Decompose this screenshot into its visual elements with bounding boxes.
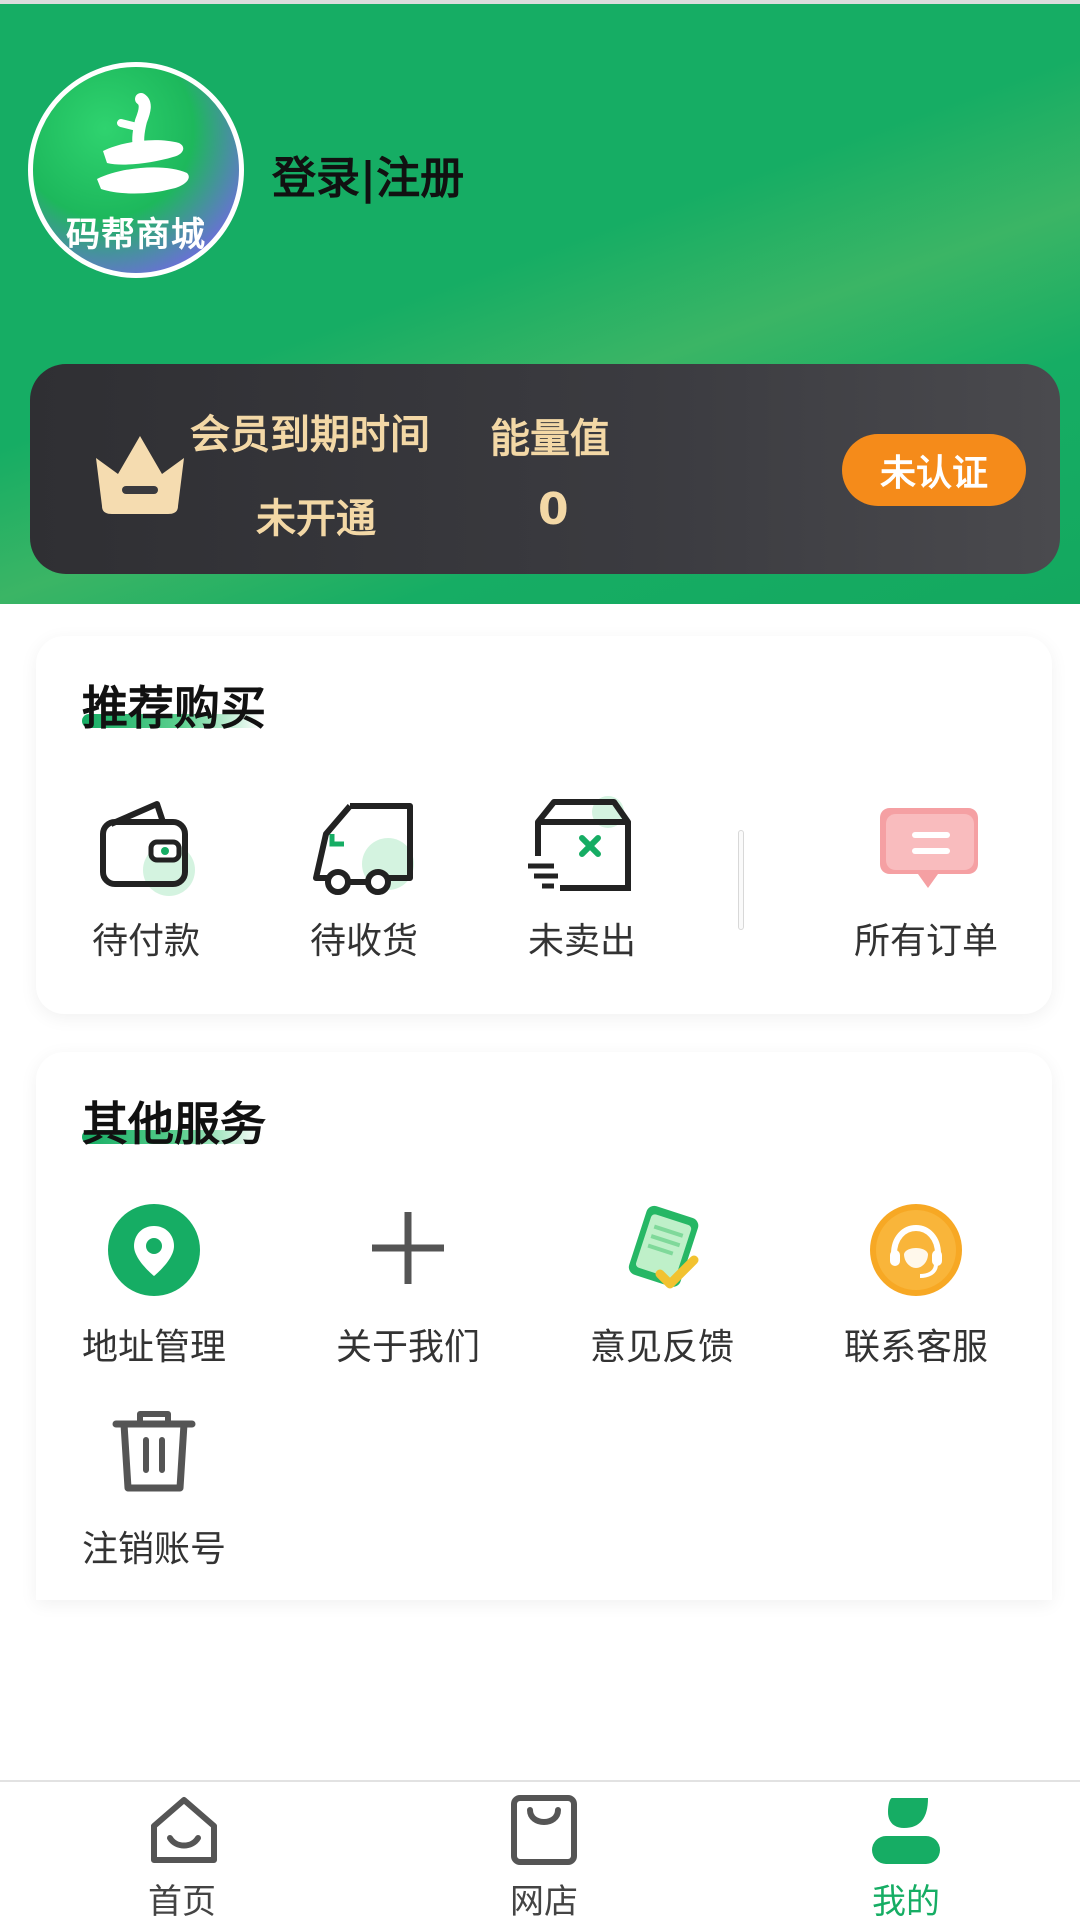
plus-icon: [372, 1212, 444, 1284]
login-register-link[interactable]: 登录|注册: [272, 142, 464, 206]
section-title: 推荐购买: [82, 681, 266, 735]
profile-header: 码帮商城 登录|注册 会员到期时间 能量值 未开通 0 未认证: [0, 0, 1080, 604]
verification-button[interactable]: 未认证: [842, 434, 1026, 506]
location-pin-icon: [108, 1204, 200, 1296]
nav-label: 首页: [148, 1882, 216, 1922]
grid-item-label: 待收货: [309, 921, 418, 962]
user-icon: [872, 1798, 940, 1864]
status-bar-divider: [0, 0, 1080, 4]
grid-item-label: 待付款: [91, 921, 200, 962]
nav-item-home[interactable]: 首页: [82, 1782, 282, 1922]
nav-label: 我的: [872, 1882, 940, 1922]
member-expiry-value: 未开通: [256, 496, 376, 542]
logo-text: 码帮商城: [66, 215, 206, 255]
grid-item-label: 地址管理: [81, 1327, 226, 1368]
bottom-navigation: 首页 网店 我的: [0, 1780, 1080, 1922]
nav-label: 网店: [510, 1882, 578, 1922]
logo-mark-icon: [97, 93, 189, 194]
grid-item-label: 未卖出: [527, 921, 636, 962]
shopping-bag-icon: [511, 1795, 577, 1865]
wallet-icon: [100, 801, 195, 896]
grid-item-label: 意见反馈: [589, 1327, 734, 1368]
nav-item-mine[interactable]: 我的: [806, 1782, 1006, 1922]
nav-item-shop[interactable]: 网店: [444, 1782, 644, 1922]
vertical-divider: [738, 830, 744, 930]
grid-item-label: 关于我们: [335, 1327, 480, 1368]
grid-item-label: 所有订单: [853, 921, 998, 962]
clipboard-check-icon: [628, 1205, 699, 1289]
crown-icon: [96, 436, 184, 514]
energy-label: 能量值: [490, 416, 610, 462]
home-icon: [151, 1797, 217, 1863]
membership-card: 会员到期时间 能量值 未开通 0 未认证: [30, 364, 1060, 574]
section-title: 其他服务: [82, 1097, 266, 1151]
grid-item-label: 注销账号: [81, 1529, 226, 1570]
box-x-icon: [528, 796, 631, 891]
trash-icon: [112, 1411, 196, 1492]
truck-icon: [313, 803, 414, 895]
member-expiry-label: 会员到期时间: [190, 412, 430, 458]
grid-item-label: 联系客服: [843, 1327, 988, 1368]
message-icon: [880, 808, 978, 888]
avatar[interactable]: 码帮商城: [28, 62, 244, 278]
other-services-card: 其他服务 地址管理 关于我们 意见反馈 联系客服 注销账号: [36, 1052, 1052, 1600]
energy-value: 0: [538, 484, 569, 535]
recommended-purchase-card: 推荐购买 待付款 待收货 未卖出 所有订单: [36, 636, 1052, 1014]
customer-service-icon: [870, 1204, 962, 1296]
